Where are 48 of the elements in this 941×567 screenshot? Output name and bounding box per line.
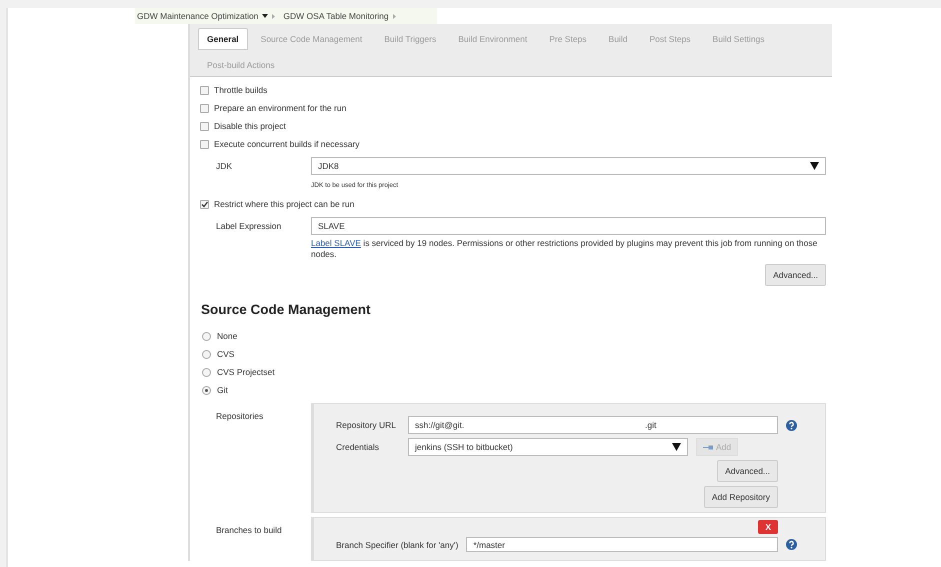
field-label: Repositories <box>215 410 264 423</box>
checkbox[interactable] <box>200 140 209 148</box>
radio-label: CVS Projectset <box>217 367 275 377</box>
add-repository-button[interactable]: Add Repository <box>704 486 778 508</box>
info-message: Label SLAVE is serviced by 19 nodes. Permissions or other restrictions provided by plugins may prevent this job from running on those nodes. <box>311 238 818 260</box>
radio-label: None <box>217 331 238 341</box>
credentials-select[interactable]: jenkins (SSH to bitbucket) <box>408 438 688 456</box>
radio-button[interactable] <box>202 332 211 340</box>
label-link[interactable]: Label SLAVE <box>311 238 361 248</box>
chevron-icon <box>392 14 396 18</box>
breadcrumb-link[interactable]: GDW Maintenance Optimization <box>137 11 258 21</box>
jdk-select[interactable]: JDK8 <box>311 157 826 175</box>
advanced-button[interactable]: Advanced... <box>765 264 826 286</box>
field-label: Branch Specifier (blank for 'any') <box>336 540 458 550</box>
checkbox-label: Prepare an environment for the run <box>214 103 346 113</box>
branch-specifier-field[interactable]: */master <box>466 537 778 552</box>
field-label: JDK <box>215 161 234 171</box>
advanced-button[interactable]: Advanced... <box>717 460 778 482</box>
radio-button[interactable] <box>202 386 211 394</box>
help-icon[interactable] <box>786 539 797 550</box>
delete-button[interactable]: X <box>758 520 778 534</box>
radio-button[interactable] <box>202 368 211 376</box>
radio-button[interactable] <box>202 350 211 358</box>
checkbox-label: Throttle builds <box>214 85 268 95</box>
checkbox-label: Disable this project <box>214 121 286 131</box>
checkbox[interactable] <box>200 122 209 130</box>
radio-label: CVS <box>217 349 234 359</box>
field-label: Label Expression <box>215 221 282 231</box>
caret-icon[interactable] <box>672 443 681 451</box>
caret-icon[interactable] <box>810 162 819 170</box>
help-icon[interactable] <box>786 420 797 430</box>
field-label: Repository URL <box>336 420 397 430</box>
label-expression-field[interactable]: SLAVE <box>311 217 826 235</box>
chevron-icon <box>272 14 276 18</box>
checkbox-label: Restrict where this project can be run <box>214 199 354 209</box>
checkbox[interactable] <box>200 104 209 112</box>
checkbox[interactable] <box>200 86 209 94</box>
repository-url-field[interactable]: ssh://git@git. .git <box>408 416 778 434</box>
checkbox-label: Execute concurrent builds if necessary <box>214 139 360 149</box>
tab[interactable]: General <box>198 28 248 50</box>
field-label: Branches to build <box>215 524 283 537</box>
key-icon <box>703 444 713 450</box>
caret-icon[interactable] <box>262 14 268 18</box>
radio-label: Git <box>217 385 228 395</box>
checkbox[interactable] <box>200 200 209 208</box>
section-heading: Source Code Management <box>201 302 372 317</box>
breadcrumb-link[interactable]: GDW OSA Table Monitoring <box>283 11 389 21</box>
field-label: Credentials <box>336 442 380 452</box>
